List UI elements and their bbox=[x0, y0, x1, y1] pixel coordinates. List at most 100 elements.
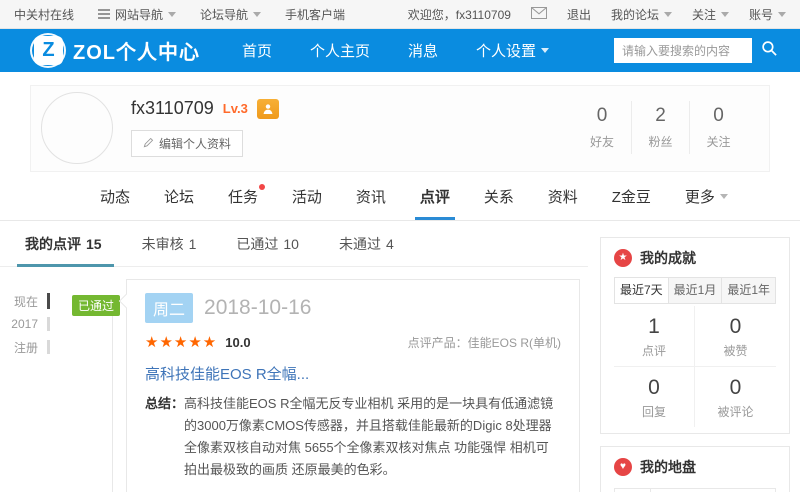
heart-circle-icon: ♥ bbox=[614, 458, 632, 476]
nav-settings-label: 个人设置 bbox=[476, 43, 537, 60]
topbar-right: 欢迎您，fx3110709 退出 我的论坛 关注 账号 bbox=[388, 6, 786, 23]
review-title-link[interactable]: 高科技佳能EOS R全幅... bbox=[145, 363, 561, 384]
timeline-bar bbox=[47, 317, 50, 331]
mobile-client-label: 手机客户端 bbox=[285, 7, 346, 22]
nav-settings[interactable]: 个人设置 bbox=[476, 40, 550, 61]
welcome-label: 欢迎您，fx3110709 bbox=[407, 7, 511, 22]
tab-dynamics[interactable]: 动态 bbox=[100, 172, 130, 220]
following-label: 关注 bbox=[706, 135, 731, 149]
rating-value: 10.0 bbox=[225, 335, 251, 350]
search-input[interactable] bbox=[614, 38, 752, 63]
zol-logo[interactable]: Z ZOL个人中心 bbox=[30, 33, 200, 68]
stat-commented: 0 被评论 bbox=[695, 367, 776, 427]
tab-forum[interactable]: 论坛 bbox=[164, 172, 194, 220]
star-rating-icon: ★★★★★ bbox=[145, 334, 218, 351]
search-icon bbox=[761, 40, 778, 62]
mobile-client-link[interactable]: 手机客户端 bbox=[285, 6, 345, 23]
likes-count: 0 bbox=[729, 315, 742, 338]
subtab-rejected[interactable]: 未通过 4 bbox=[339, 221, 394, 266]
nav-home-label: 首页 bbox=[242, 43, 273, 60]
subtab-my-reviews[interactable]: 我的点评 15 bbox=[17, 221, 114, 267]
timeline-now[interactable]: 现在 bbox=[6, 292, 50, 310]
product-link[interactable]: 点评产品：佳能EOS R(单机) bbox=[408, 334, 561, 351]
account-label: 账号 bbox=[748, 7, 773, 22]
subtab-pending[interactable]: 未审核 1 bbox=[142, 221, 197, 266]
timeline-2017[interactable]: 2017 bbox=[6, 315, 50, 333]
pencil-icon bbox=[143, 137, 159, 151]
chevron-down-icon bbox=[541, 48, 550, 53]
content-area: 我的点评 15 未审核 1 已通过 10 未通过 4 现在 2017 注册 已通… bbox=[0, 221, 800, 492]
tab-relations[interactable]: 关系 bbox=[484, 172, 514, 220]
nav-personal-homepage[interactable]: 个人主页 bbox=[310, 40, 370, 61]
subtab-approved-label: 已通过 bbox=[236, 235, 279, 252]
level-badge-icon[interactable] bbox=[256, 98, 279, 119]
status-badge: 已通过 bbox=[72, 295, 121, 316]
review-summary: 总结： 高科技佳能EOS R全幅无反专业相机 采用的是一块具有低通滤镜的3000… bbox=[145, 393, 561, 481]
site-nav-menu[interactable]: 网站导航 bbox=[98, 6, 177, 23]
tab-activities[interactable]: 活动 bbox=[292, 172, 322, 220]
territory-title: 我的地盘 bbox=[640, 459, 696, 475]
star-circle-icon: ★ bbox=[614, 249, 632, 267]
logout-link[interactable]: 退出 bbox=[567, 6, 591, 23]
forum-nav-menu[interactable]: 论坛导航 bbox=[200, 6, 262, 23]
date-row: 周二 2018-10-16 bbox=[145, 293, 561, 323]
notification-dot bbox=[258, 184, 265, 190]
my-forum-label: 我的论坛 bbox=[610, 7, 659, 22]
tab-last-1-year[interactable]: 最近1年 bbox=[721, 278, 776, 303]
stat-fans[interactable]: 2 粉丝 bbox=[631, 101, 689, 154]
tab-last-7-days[interactable]: 最近7天 bbox=[615, 278, 668, 303]
tab-more-label: 更多 bbox=[684, 188, 715, 206]
mail-icon bbox=[530, 6, 547, 22]
messages-envelope-button[interactable] bbox=[530, 6, 547, 22]
profile-section: fx3110709 Lv.3 编辑个人资料 0 好友 2 粉丝 0 关注 bbox=[30, 85, 770, 172]
subtab-rejected-count: 4 bbox=[385, 235, 394, 252]
edit-profile-button[interactable]: 编辑个人资料 bbox=[131, 130, 244, 157]
stat-friends[interactable]: 0 好友 bbox=[573, 101, 631, 154]
territory-header: ♥ 我的地盘 bbox=[601, 447, 789, 486]
tab-profile-data[interactable]: 资料 bbox=[548, 172, 578, 220]
follow-menu[interactable]: 关注 bbox=[692, 6, 729, 23]
stat-following[interactable]: 0 关注 bbox=[689, 101, 747, 154]
main-tab-bar: 动态 论坛 任务 活动 资讯 点评 关系 资料 Z金豆 更多 bbox=[0, 172, 800, 221]
site-home-link[interactable]: 中关村在线 bbox=[14, 6, 74, 23]
timeline-register[interactable]: 注册 bbox=[6, 338, 50, 356]
subtab-pending-count: 1 bbox=[188, 235, 197, 252]
profile-stats: 0 好友 2 粉丝 0 关注 bbox=[573, 101, 747, 154]
hamburger-icon bbox=[98, 9, 111, 19]
my-forum-menu[interactable]: 我的论坛 bbox=[611, 6, 672, 23]
weekday-badge: 周二 bbox=[145, 293, 194, 323]
nav-home[interactable]: 首页 bbox=[242, 40, 272, 61]
achievements-card: ★ 我的成就 最近7天 最近1月 最近1年 1 点评 0 被赞 0 回复 0 被… bbox=[600, 237, 790, 434]
subtab-approved[interactable]: 已通过 10 bbox=[236, 221, 299, 266]
replies-label: 回复 bbox=[641, 405, 666, 419]
top-utility-bar: 中关村在线 网站导航 论坛导航 手机客户端 欢迎您，fx3110709 退出 我… bbox=[0, 0, 800, 29]
review-sub-tabs: 我的点评 15 未审核 1 已通过 10 未通过 4 bbox=[0, 221, 588, 267]
logo-letter: Z bbox=[34, 36, 63, 65]
sidebar: ★ 我的成就 最近7天 最近1月 最近1年 1 点评 0 被赞 0 回复 0 被… bbox=[600, 221, 790, 492]
achievements-header: ★ 我的成就 bbox=[601, 238, 789, 277]
account-menu[interactable]: 账号 bbox=[749, 6, 786, 23]
card-arrow-notch bbox=[118, 293, 134, 309]
subtab-my-reviews-label: 我的点评 bbox=[25, 235, 81, 252]
header-nav: 首页 个人主页 消息 个人设置 bbox=[242, 40, 587, 61]
tab-z-gold[interactable]: Z金豆 bbox=[612, 172, 651, 220]
achievements-stats: 1 点评 0 被赞 0 回复 0 被评论 bbox=[601, 304, 789, 433]
forum-nav-label: 论坛导航 bbox=[200, 7, 249, 22]
stat-replies: 0 回复 bbox=[614, 367, 695, 427]
chevron-down-icon bbox=[778, 11, 786, 17]
fans-label: 粉丝 bbox=[648, 135, 673, 149]
tab-news[interactable]: 资讯 bbox=[356, 172, 386, 220]
tab-tasks[interactable]: 任务 bbox=[228, 172, 265, 220]
avatar[interactable] bbox=[41, 91, 113, 164]
stat-reviews: 1 点评 bbox=[614, 306, 695, 367]
tab-last-1-month[interactable]: 最近1月 bbox=[667, 278, 722, 303]
summary-label: 总结： bbox=[145, 396, 185, 411]
timeline-bar bbox=[47, 293, 50, 309]
subtab-approved-count: 10 bbox=[283, 235, 299, 252]
nav-messages[interactable]: 消息 bbox=[408, 40, 438, 61]
friends-count: 0 bbox=[596, 105, 608, 126]
tab-reviews[interactable]: 点评 bbox=[414, 172, 455, 220]
nav-messages-label: 消息 bbox=[408, 43, 439, 60]
tab-more[interactable]: 更多 bbox=[685, 172, 728, 220]
search-button[interactable] bbox=[752, 38, 786, 63]
